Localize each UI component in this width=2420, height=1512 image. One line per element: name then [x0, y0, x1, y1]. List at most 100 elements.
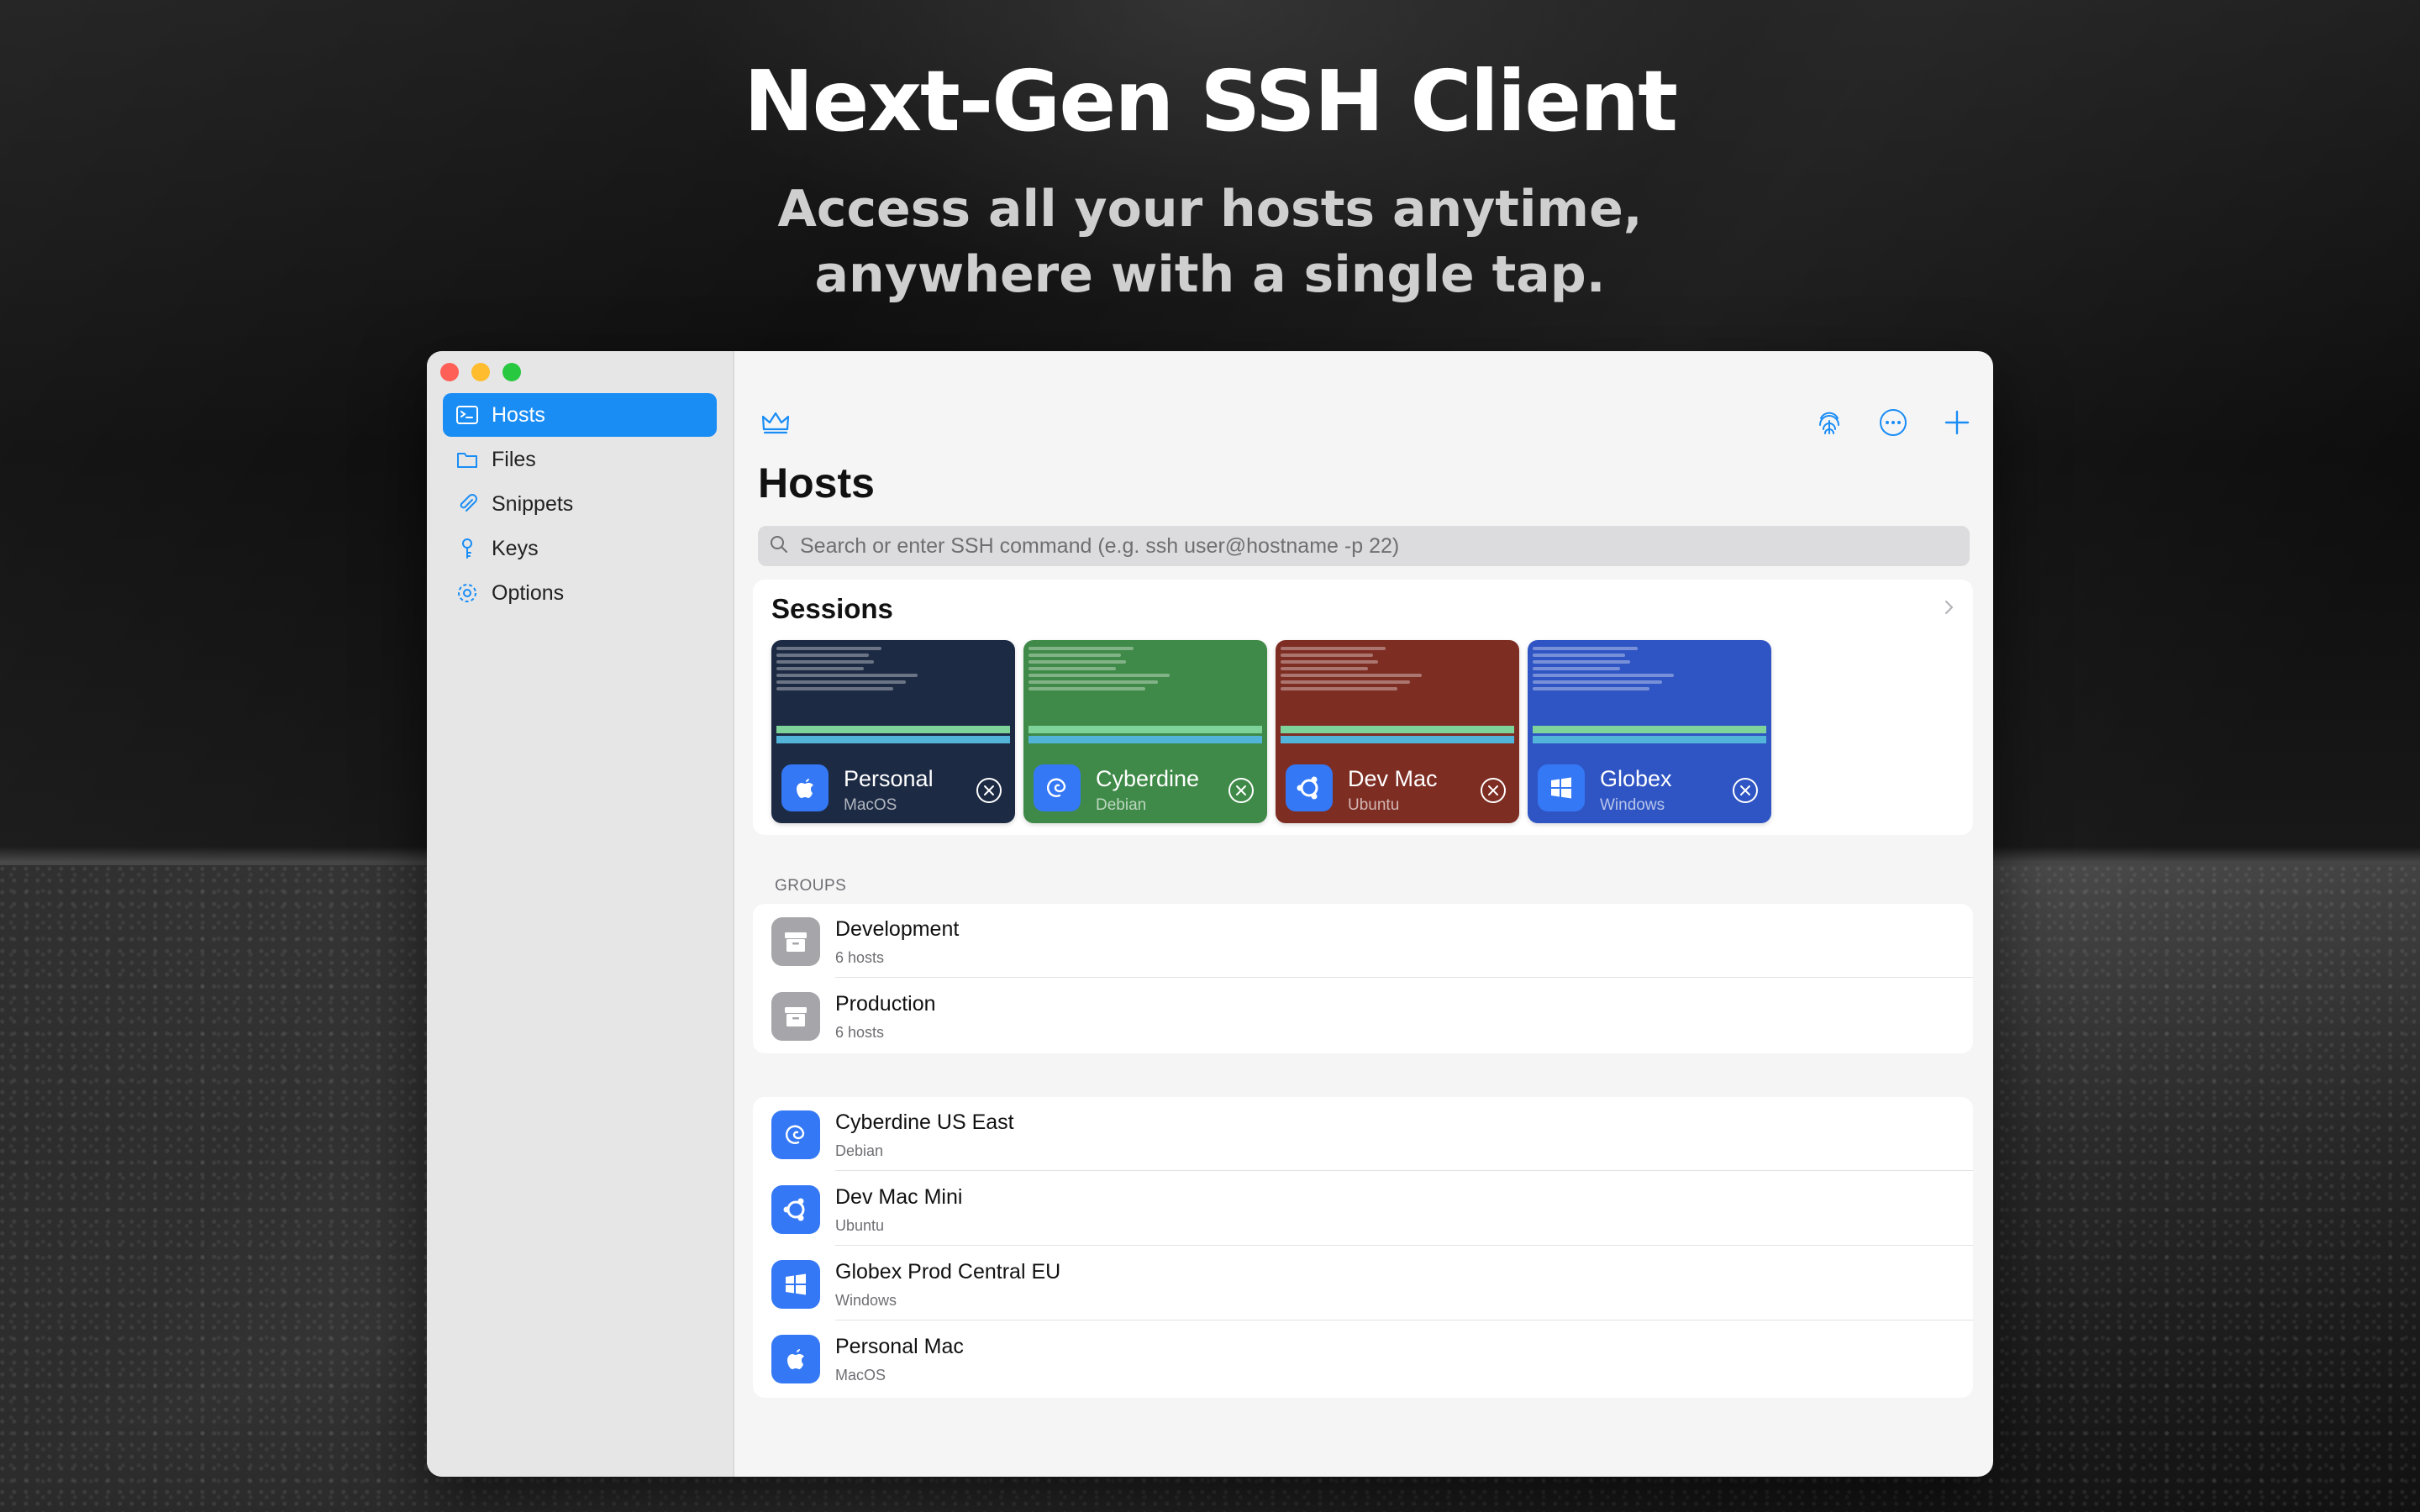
host-row-personal-mac[interactable]: Personal Mac MacOS: [753, 1321, 1973, 1395]
groups-card: Development 6 hosts Production 6 hosts: [753, 904, 1973, 1053]
paperclip-icon: [455, 491, 480, 517]
group-row-production[interactable]: Production 6 hosts: [753, 979, 1973, 1053]
host-name: Cyberdine US East: [835, 1110, 1014, 1134]
terminal-line: [1028, 680, 1158, 684]
sidebar-item-label: Files: [492, 447, 536, 471]
sidebar: Hosts Files Snippets Keys Options: [427, 351, 734, 1477]
session-name: Personal: [844, 766, 934, 791]
apple-icon: [781, 764, 829, 811]
windows-icon: [771, 1260, 820, 1309]
sidebar-item-hosts[interactable]: Hosts: [443, 393, 717, 437]
search-icon: [758, 533, 790, 559]
close-session-icon[interactable]: [1731, 776, 1760, 805]
terminal-selected-bar: [776, 736, 1010, 743]
archive-icon: [771, 917, 820, 966]
key-icon: [455, 536, 480, 561]
terminal-preview: [771, 640, 1015, 749]
session-tile-personal[interactable]: Personal MacOS: [771, 640, 1015, 823]
ubuntu-icon: [771, 1185, 820, 1234]
sidebar-item-options[interactable]: Options: [443, 571, 717, 615]
debian-icon: [771, 1110, 820, 1159]
toolbar-left: [760, 407, 792, 438]
sidebar-item-label: Keys: [492, 536, 539, 560]
terminal-line: [776, 654, 869, 657]
marketing-subline-2: anywhere with a single tap.: [814, 245, 1606, 304]
session-footer: Dev Mac Ubuntu: [1276, 756, 1519, 823]
host-name: Globex Prod Central EU: [835, 1260, 1061, 1284]
host-os: Windows: [835, 1292, 897, 1309]
host-os: Ubuntu: [835, 1217, 885, 1234]
terminal-selected-bar: [1028, 736, 1262, 743]
more-icon[interactable]: [1877, 407, 1909, 438]
row-divider: [835, 1245, 1973, 1246]
marketing-subline-1: Access all your hosts anytime,: [777, 180, 1643, 239]
session-tile-globex[interactable]: Globex Windows: [1528, 640, 1771, 823]
terminal-line: [776, 667, 865, 670]
session-tile-dev-mac[interactable]: Dev Mac Ubuntu: [1276, 640, 1519, 823]
minimize-window-button[interactable]: [471, 363, 490, 381]
terminal-line: [1028, 674, 1170, 677]
windows-icon: [1538, 764, 1585, 811]
terminal-header-bar: [1281, 726, 1514, 733]
sidebar-item-keys[interactable]: Keys: [443, 527, 717, 570]
host-row-cyberdine-us-east[interactable]: Cyberdine US East Debian: [753, 1097, 1973, 1171]
group-name: Production: [835, 992, 936, 1016]
ubuntu-icon: [1286, 764, 1333, 811]
sessions-title: Sessions: [771, 593, 893, 624]
close-session-icon[interactable]: [975, 776, 1003, 805]
group-row-development[interactable]: Development 6 hosts: [753, 904, 1973, 978]
group-host-count: 6 hosts: [835, 949, 885, 966]
terminal-selected-bar: [1533, 736, 1766, 743]
terminal-line: [1281, 660, 1378, 664]
terminal-line: [1533, 660, 1630, 664]
session-os: Windows: [1600, 796, 1665, 814]
host-name: Dev Mac Mini: [835, 1185, 963, 1209]
zoom-window-button[interactable]: [502, 363, 521, 381]
row-divider: [835, 977, 1973, 978]
search-input[interactable]: [798, 533, 1970, 559]
close-session-icon[interactable]: [1479, 776, 1507, 805]
host-os: MacOS: [835, 1367, 886, 1383]
session-name: Cyberdine: [1096, 766, 1200, 791]
host-row-globex-prod-central-eu[interactable]: Globex Prod Central EU Windows: [753, 1247, 1973, 1320]
session-footer: Personal MacOS: [771, 756, 1015, 823]
session-os: Ubuntu: [1348, 796, 1400, 814]
gear-icon: [455, 580, 480, 606]
terminal-line: [1281, 667, 1369, 670]
session-name: Globex: [1600, 766, 1672, 791]
sidebar-item-label: Hosts: [492, 402, 545, 427]
sidebar-item-files[interactable]: Files: [443, 438, 717, 481]
hosts-card: Cyberdine US East Debian Dev Mac Mini Ub…: [753, 1097, 1973, 1398]
chevron-right-icon[interactable]: [1939, 598, 1958, 617]
terminal-line: [1533, 680, 1662, 684]
main-content: Hosts Sessions Personal MacOS: [734, 351, 1993, 1477]
search-bar[interactable]: [758, 526, 1970, 566]
marketing-subline: Access all your hosts anytime, anywhere …: [0, 176, 2420, 307]
terminal-line: [1028, 660, 1126, 664]
close-session-icon[interactable]: [1227, 776, 1255, 805]
sidebar-item-snippets[interactable]: Snippets: [443, 482, 717, 526]
terminal-header-bar: [776, 726, 1010, 733]
plus-icon[interactable]: [1941, 407, 1973, 438]
terminal-line: [776, 687, 893, 690]
host-row-dev-mac-mini[interactable]: Dev Mac Mini Ubuntu: [753, 1172, 1973, 1246]
terminal-icon: [455, 402, 480, 428]
terminal-line: [776, 674, 918, 677]
terminal-line: [776, 680, 906, 684]
archive-icon: [771, 992, 820, 1041]
session-os: MacOS: [844, 796, 897, 814]
apple-icon: [771, 1335, 820, 1383]
terminal-line: [1281, 680, 1410, 684]
terminal-selected-bar: [1281, 736, 1514, 743]
fingerprint-icon[interactable]: [1813, 407, 1845, 438]
terminal-line: [776, 647, 881, 650]
terminal-line: [1281, 647, 1386, 650]
crown-icon[interactable]: [760, 407, 792, 438]
groups-section-label: GROUPS: [775, 877, 847, 895]
close-window-button[interactable]: [440, 363, 459, 381]
session-tile-cyberdine[interactable]: Cyberdine Debian: [1023, 640, 1267, 823]
session-footer: Cyberdine Debian: [1023, 756, 1267, 823]
marketing-headline: Next-Gen SSH Client: [743, 52, 1678, 150]
row-divider: [835, 1170, 1973, 1171]
terminal-header-bar: [1028, 726, 1262, 733]
